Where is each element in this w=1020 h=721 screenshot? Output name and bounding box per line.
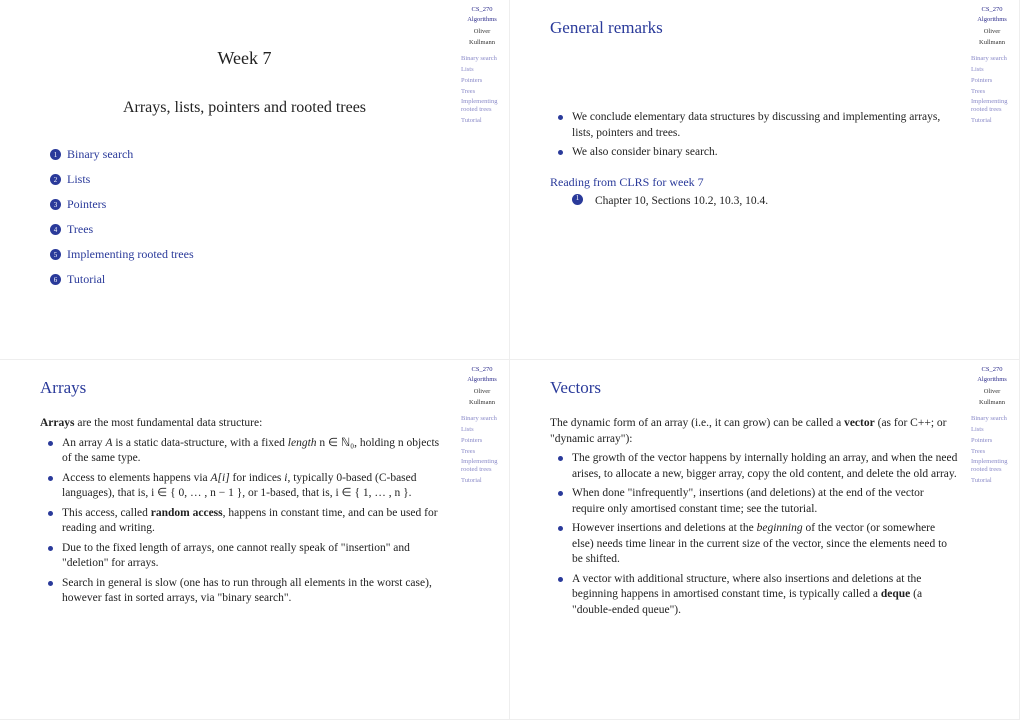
- subtitle: Arrays, lists, pointers and rooted trees: [40, 99, 449, 117]
- course-name: Algorithms: [968, 376, 1016, 384]
- num-icon: 1: [50, 149, 61, 160]
- nav-impl[interactable]: Implementing rooted trees: [968, 458, 1016, 474]
- bullet: However insertions and deletions at the …: [572, 521, 959, 568]
- nav-lists[interactable]: Lists: [968, 66, 1016, 74]
- num-icon: 4: [50, 224, 61, 235]
- nav-trees[interactable]: Trees: [968, 448, 1016, 456]
- bullet: This access, called random access, happe…: [62, 506, 449, 537]
- toc: 1 Binary search 2 Lists 3 Pointers 4 Trees 5…: [40, 147, 449, 287]
- sidebar: CS_270 Algorithms Oliver Kullmann Binary…: [968, 366, 1016, 488]
- nav-binary[interactable]: Binary search: [458, 55, 506, 63]
- course-name: Algorithms: [458, 16, 506, 24]
- slide-title: Vectors: [550, 378, 959, 398]
- toc-4[interactable]: 4 Trees: [50, 222, 449, 237]
- toc-3[interactable]: 3 Pointers: [50, 197, 449, 212]
- num-icon: 1: [572, 194, 583, 205]
- num-icon: 5: [50, 249, 61, 260]
- num-icon: 2: [50, 174, 61, 185]
- course-code: CS_270: [458, 366, 506, 374]
- course-code: CS_270: [458, 6, 506, 14]
- bullet-list: The growth of the vector happens by inte…: [550, 451, 959, 618]
- sidebar: CS_270 Algorithms Oliver Kullmann Binary…: [968, 6, 1016, 128]
- num-icon: 3: [50, 199, 61, 210]
- course-name: Algorithms: [458, 376, 506, 384]
- nav-tutorial[interactable]: Tutorial: [968, 117, 1016, 125]
- course-code: CS_270: [968, 6, 1016, 14]
- toc-link[interactable]: Trees: [67, 222, 93, 237]
- reading-text: Chapter 10, Sections 10.2, 10.3, 10.4.: [595, 194, 768, 210]
- bullet: Access to elements happens via A[i] for …: [62, 471, 449, 502]
- toc-2[interactable]: 2 Lists: [50, 172, 449, 187]
- nav-impl[interactable]: Implementing rooted trees: [458, 458, 506, 474]
- slide-grid: CS_270 Algorithms Oliver Kullmann Binary…: [0, 0, 1020, 721]
- nav-lists[interactable]: Lists: [458, 66, 506, 74]
- bullet-list: We conclude elementary data structures b…: [550, 110, 959, 161]
- bullet-list: An array A is a static data-structure, w…: [40, 436, 449, 607]
- author-last: Kullmann: [458, 399, 506, 407]
- bullet: When done "infrequently", insertions (an…: [572, 486, 959, 517]
- toc-5[interactable]: 5 Implementing rooted trees: [50, 247, 449, 262]
- author-first: Oliver: [458, 388, 506, 396]
- slide-general: CS_270 Algorithms Oliver Kullmann Binary…: [510, 0, 1020, 360]
- nav-tutorial[interactable]: Tutorial: [968, 477, 1016, 485]
- author-last: Kullmann: [458, 39, 506, 47]
- intro: The dynamic form of an array (i.e., it c…: [550, 416, 959, 447]
- nav-tutorial[interactable]: Tutorial: [458, 117, 506, 125]
- nav-impl[interactable]: Implementing rooted trees: [968, 98, 1016, 114]
- nav-trees[interactable]: Trees: [458, 448, 506, 456]
- slide-title: CS_270 Algorithms Oliver Kullmann Binary…: [0, 0, 510, 360]
- author-last: Kullmann: [968, 39, 1016, 47]
- bullet: A vector with additional structure, wher…: [572, 572, 959, 619]
- nav-pointers[interactable]: Pointers: [458, 437, 506, 445]
- sidebar: CS_270 Algorithms Oliver Kullmann Binary…: [458, 366, 506, 488]
- nav-binary[interactable]: Binary search: [968, 415, 1016, 423]
- nav-trees[interactable]: Trees: [968, 88, 1016, 96]
- slide-arrays: CS_270 Algorithms Oliver Kullmann Binary…: [0, 360, 510, 720]
- nav-impl[interactable]: Implementing rooted trees: [458, 98, 506, 114]
- sidebar: CS_270 Algorithms Oliver Kullmann Binary…: [458, 6, 506, 128]
- nav-pointers[interactable]: Pointers: [968, 77, 1016, 85]
- nav-tutorial[interactable]: Tutorial: [458, 477, 506, 485]
- nav-trees[interactable]: Trees: [458, 88, 506, 96]
- reading-list: 1 Chapter 10, Sections 10.2, 10.3, 10.4.: [550, 194, 959, 210]
- toc-link[interactable]: Binary search: [67, 147, 133, 162]
- bullet: We also consider binary search.: [572, 145, 959, 161]
- nav-pointers[interactable]: Pointers: [968, 437, 1016, 445]
- nav-binary[interactable]: Binary search: [968, 55, 1016, 63]
- course-code: CS_270: [968, 366, 1016, 374]
- reading-item: 1 Chapter 10, Sections 10.2, 10.3, 10.4.: [572, 194, 959, 210]
- reading-head: Reading from CLRS for week 7: [550, 175, 959, 190]
- slide-title: General remarks: [550, 18, 959, 38]
- nav-pointers[interactable]: Pointers: [458, 77, 506, 85]
- author-last: Kullmann: [968, 399, 1016, 407]
- author-first: Oliver: [458, 28, 506, 36]
- nav-binary[interactable]: Binary search: [458, 415, 506, 423]
- slide-title: Arrays: [40, 378, 449, 398]
- bullet: An array A is a static data-structure, w…: [62, 436, 449, 467]
- toc-link[interactable]: Lists: [67, 172, 90, 187]
- toc-link[interactable]: Pointers: [67, 197, 106, 212]
- toc-link[interactable]: Tutorial: [67, 272, 105, 287]
- bullet: Search in general is slow (one has to ru…: [62, 576, 449, 607]
- bullet: We conclude elementary data structures b…: [572, 110, 959, 141]
- author-first: Oliver: [968, 388, 1016, 396]
- intro: Arrays are the most fundamental data str…: [40, 416, 449, 432]
- toc-link[interactable]: Implementing rooted trees: [67, 247, 194, 262]
- toc-1[interactable]: 1 Binary search: [50, 147, 449, 162]
- author-first: Oliver: [968, 28, 1016, 36]
- toc-6[interactable]: 6 Tutorial: [50, 272, 449, 287]
- week-title: Week 7: [40, 48, 449, 69]
- nav-lists[interactable]: Lists: [968, 426, 1016, 434]
- course-name: Algorithms: [968, 16, 1016, 24]
- slide-vectors: CS_270 Algorithms Oliver Kullmann Binary…: [510, 360, 1020, 720]
- num-icon: 6: [50, 274, 61, 285]
- bullet: The growth of the vector happens by inte…: [572, 451, 959, 482]
- bullet: Due to the fixed length of arrays, one c…: [62, 541, 449, 572]
- nav-lists[interactable]: Lists: [458, 426, 506, 434]
